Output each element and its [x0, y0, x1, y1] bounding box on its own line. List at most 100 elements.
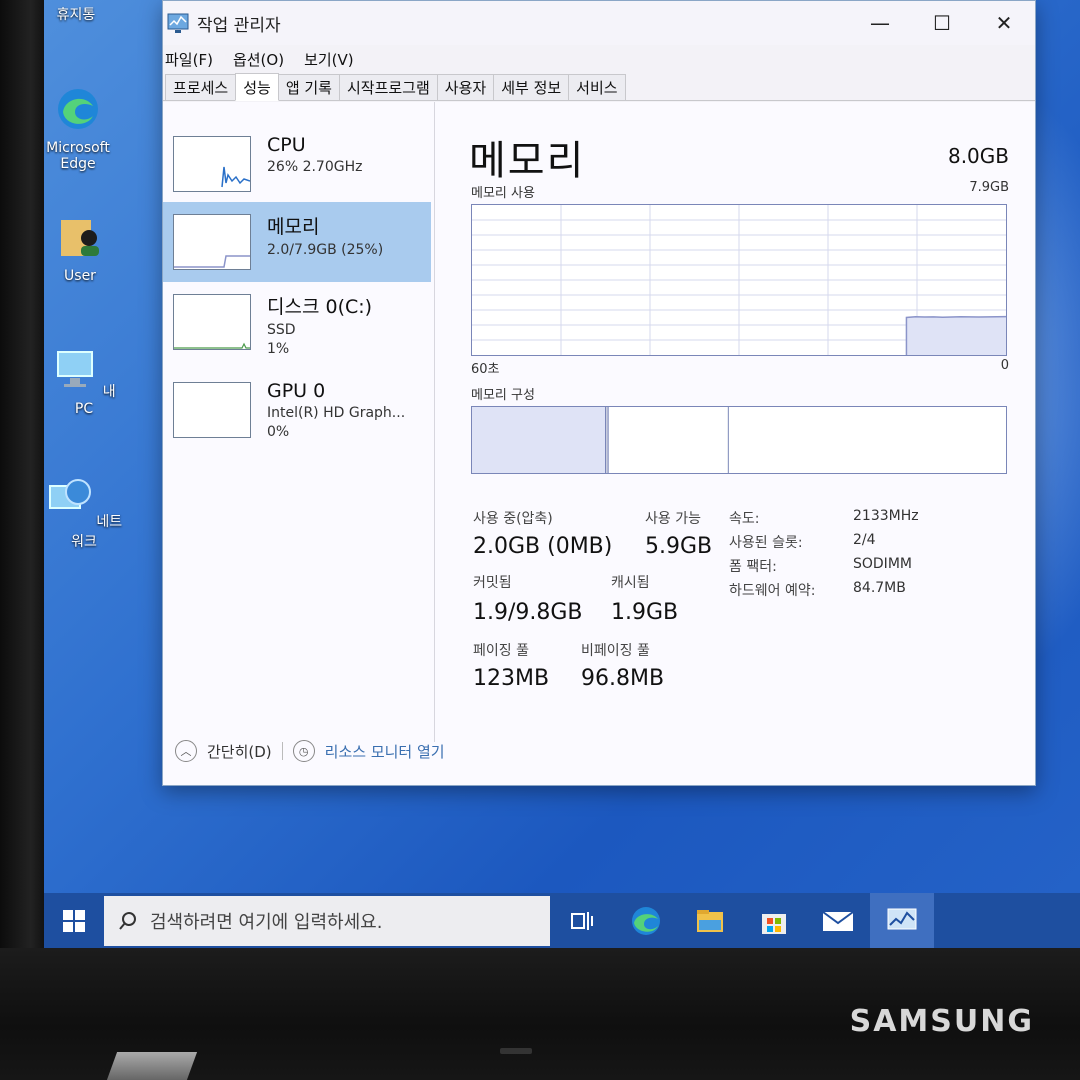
taskbar-search-box[interactable]: 검색하려면 여기에 입력하세요.	[104, 895, 550, 946]
task-manager-window[interactable]: 작업 관리자 — ☐ ✕ 파일(F) 옵션(O) 보기(V) 프로세스 성능 앱…	[162, 0, 1036, 786]
memory-usage-max: 7.9GB	[969, 180, 1009, 195]
monitor-bezel-left	[0, 0, 44, 1080]
store-icon	[762, 913, 786, 934]
task-manager-icon	[887, 908, 917, 929]
nonpaged-pool-value: 96.8MB	[581, 666, 665, 691]
sidebar-disk-name: 디스크 0(C:)	[267, 296, 373, 318]
photo: 휴지통 Microsoft Edge User 내 PC 네트워크 작업 관리자…	[0, 0, 1080, 1080]
sidebar-gpu-model: Intel(R) HD Graph...	[267, 405, 406, 421]
paged-pool-value: 123MB	[473, 666, 550, 691]
taskbar-store-button[interactable]	[742, 893, 806, 948]
cached-label: 캐시됨	[611, 575, 650, 591]
mail-icon	[822, 910, 854, 931]
monitor-stand	[106, 1052, 198, 1080]
memory-heading: 메모리	[469, 138, 586, 184]
memory-usage-label: 메모리 사용	[471, 186, 535, 201]
sidebar-item-disk[interactable]: 디스크 0(C:) SSD 1%	[163, 282, 431, 362]
available-label: 사용 가능	[645, 511, 701, 527]
sidebar-item-memory[interactable]: 메모리 2.0/7.9GB (25%)	[163, 202, 431, 282]
taskbar-mail-button[interactable]	[806, 893, 870, 948]
footer-divider	[281, 742, 283, 760]
recycle-bin-label: 휴지통	[56, 7, 96, 23]
this-pc-icon	[57, 351, 94, 387]
sidebar-memory-sub: 2.0/7.9GB (25%)	[267, 242, 384, 258]
resource-list: CPU 26% 2.70GHz 메모리 2.0/7.9GB (25%) 디스크 …	[163, 102, 435, 742]
desktop-icon-recycle-bin[interactable]: 휴지통	[44, 4, 116, 24]
tab-processes[interactable]: 프로세스	[165, 74, 237, 100]
composition-segment-free[interactable]	[728, 407, 1006, 473]
fewer-details-link[interactable]: 간단히(D)	[207, 741, 272, 762]
tab-startup[interactable]: 시작프로그램	[338, 74, 438, 100]
network-icon	[48, 479, 91, 509]
memory-composition-chart	[472, 407, 1006, 473]
cpu-thumbnail	[173, 136, 251, 192]
taskbar-edge-button[interactable]	[614, 893, 678, 948]
title-bar[interactable]: 작업 관리자 — ☐ ✕	[163, 1, 1035, 45]
menu-options[interactable]: 옵션(O)	[233, 49, 284, 70]
disk-mini-graph	[174, 342, 250, 349]
minimize-button[interactable]: —	[849, 5, 911, 41]
nonpaged-pool-label: 비페이징 풀	[581, 643, 650, 659]
menu-bar: 파일(F) 옵션(O) 보기(V)	[163, 45, 1035, 73]
edge-icon	[632, 906, 660, 935]
desktop-icon-edge[interactable]: Microsoft Edge	[44, 86, 118, 172]
start-button[interactable]	[44, 893, 104, 948]
file-explorer-icon	[697, 909, 723, 932]
hardware-reserved-label: 하드웨어 예약:	[729, 583, 816, 599]
tab-app-history[interactable]: 앱 기록	[277, 74, 340, 100]
taskbar: 검색하려면 여기에 입력하세요.	[44, 893, 1080, 948]
memory-mini-graph	[174, 255, 250, 268]
task-manager-icon	[167, 13, 189, 33]
in-use-value: 2.0GB (0MB)	[473, 534, 613, 559]
memory-usage-graph	[471, 204, 1007, 356]
tab-services[interactable]: 서비스	[568, 74, 626, 100]
composition-segment-in-use[interactable]	[472, 407, 606, 473]
maximize-button[interactable]: ☐	[911, 5, 973, 41]
desktop-icon-user[interactable]: User	[44, 214, 120, 284]
sidebar-item-cpu[interactable]: CPU 26% 2.70GHz	[163, 124, 431, 204]
user-folder-icon	[61, 220, 99, 256]
task-view-button[interactable]	[550, 893, 614, 948]
close-button[interactable]: ✕	[973, 5, 1035, 41]
speed-label: 속도:	[729, 511, 760, 527]
tab-performance[interactable]: 성능	[235, 73, 279, 101]
user-label: User	[64, 268, 96, 284]
hardware-reserved-value: 84.7MB	[853, 580, 906, 596]
monitor-brand-logo: SAMSUNG	[849, 1004, 1034, 1039]
in-use-label: 사용 중(압축)	[473, 511, 553, 527]
composition-segment-standby[interactable]	[608, 407, 729, 473]
task-view-icon	[571, 911, 593, 930]
cpu-mini-graph	[221, 166, 251, 188]
edge-label: Microsoft Edge	[46, 140, 110, 172]
memory-composition-bar	[471, 406, 1007, 474]
open-resource-monitor-link[interactable]: 리소스 모니터 열기	[325, 741, 445, 762]
memory-total: 8.0GB	[947, 144, 1009, 168]
sidebar-disk-type: SSD	[267, 322, 296, 338]
taskbar-explorer-button[interactable]	[678, 893, 742, 948]
axis-right-label: 0	[1000, 358, 1009, 373]
committed-label: 커밋됨	[473, 575, 512, 591]
chevron-up-icon[interactable]: ︿	[175, 740, 197, 762]
paged-pool-label: 페이징 풀	[473, 643, 529, 659]
monitor-notch	[500, 1048, 532, 1054]
menu-view[interactable]: 보기(V)	[304, 49, 354, 70]
sidebar-gpu-name: GPU 0	[267, 380, 326, 402]
tab-users[interactable]: 사용자	[436, 74, 495, 100]
slots-label: 사용된 슬롯:	[729, 535, 803, 551]
tab-details[interactable]: 세부 정보	[493, 74, 570, 100]
taskbar-task-manager-button[interactable]	[870, 893, 934, 948]
committed-value: 1.9/9.8GB	[473, 600, 583, 625]
memory-thumbnail	[173, 214, 251, 270]
form-factor-label: 폼 팩터:	[729, 559, 777, 575]
axis-left-label: 60초	[471, 362, 500, 377]
resource-monitor-icon: ◷	[292, 740, 315, 762]
sidebar-item-gpu[interactable]: GPU 0 Intel(R) HD Graph... 0%	[163, 370, 431, 450]
search-icon	[119, 911, 136, 930]
desktop: 휴지통 Microsoft Edge User 내 PC 네트워크 작업 관리자…	[44, 0, 1080, 948]
desktop-icon-this-pc[interactable]: 내 PC	[44, 346, 124, 417]
menu-file[interactable]: 파일(F)	[165, 49, 213, 70]
window-title: 작업 관리자	[197, 15, 281, 36]
sidebar-cpu-name: CPU	[267, 134, 306, 156]
desktop-icon-network[interactable]: 네트워크	[44, 476, 124, 551]
footer: ︿ 간단히(D) ◷ 리소스 모니터 열기	[175, 740, 445, 762]
